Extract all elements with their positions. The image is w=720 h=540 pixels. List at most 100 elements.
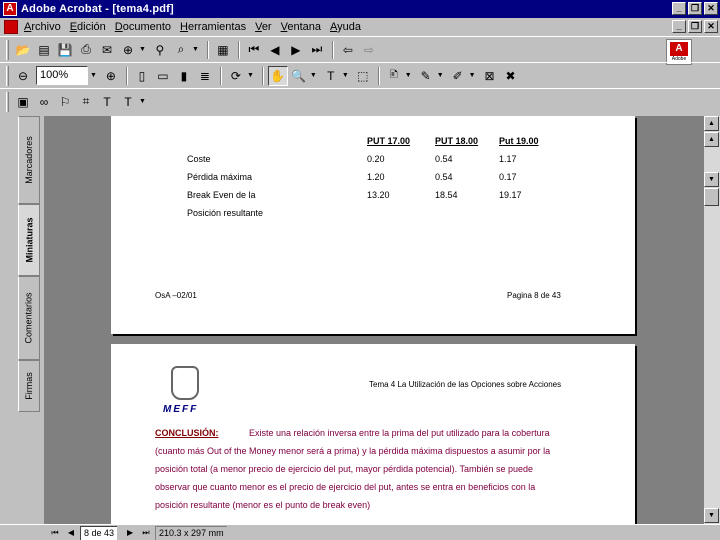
doc-minimize-button[interactable]: _ — [672, 20, 686, 33]
zoom-dropdown-icon[interactable]: ▼ — [90, 72, 97, 79]
graphics-select-icon[interactable]: ⬚ — [353, 66, 373, 86]
first-page-icon[interactable]: ⏮ — [48, 526, 62, 540]
actual-size-icon[interactable]: ▯ — [132, 66, 152, 86]
email-icon[interactable]: ✉ — [97, 40, 117, 60]
conclusion-label: CONCLUSIÓN: — [155, 428, 219, 438]
zoom-out-icon[interactable]: ⊖ — [13, 66, 33, 86]
reflow-icon[interactable]: ≣ — [195, 66, 215, 86]
cell: 18.54 — [435, 190, 458, 200]
scroll-down-button[interactable]: ▼ — [704, 172, 719, 187]
previous-page-icon[interactable]: ◀ — [265, 40, 285, 60]
toolbar-view: ⊖ 100% ▼ ⊕ ▯ ▭ ▮ ≣ ⟳ ▼ ✋ 🔍 ▼ T ▼ ⬚ 🗈 ▼ ✎ ▼ ✐ ▼… — [0, 62, 720, 88]
window-title: Adobe Acrobat - [tema4.pdf] — [21, 3, 174, 15]
doc-restore-button[interactable]: ❐ — [688, 20, 702, 33]
page-header: Tema 4 La Utilización de las Opciones so… — [369, 380, 562, 389]
row-label: Posición resultante — [187, 208, 264, 218]
next-page-icon[interactable]: ▶ — [123, 526, 137, 540]
menu-ventana[interactable]: Ventana — [281, 21, 321, 33]
body-line: posición resultante (menor es el punto d… — [155, 500, 371, 510]
document-icon[interactable] — [4, 20, 18, 34]
menu-documento[interactable]: Documento — [115, 21, 171, 33]
tab-miniaturas[interactable]: Miniaturas — [18, 204, 40, 276]
find-icon[interactable]: ⌕ — [171, 40, 191, 60]
menu-herramientas[interactable]: Herramientas — [180, 21, 246, 33]
row-label: Coste — [187, 154, 211, 164]
web-icon[interactable]: ⊕ — [118, 40, 138, 60]
note-tool-icon[interactable]: 🗈 — [384, 66, 404, 86]
next-page-icon[interactable]: ▶ — [286, 40, 306, 60]
menu-ayuda[interactable]: Ayuda — [330, 21, 361, 33]
restore-button[interactable]: ❐ — [688, 2, 702, 15]
acrobat-app-icon[interactable]: A — [3, 2, 17, 16]
article-tool-icon[interactable]: ⚐ — [55, 92, 75, 112]
create-pdf-icon[interactable]: ▤ — [34, 40, 54, 60]
open-icon[interactable]: 📂 — [13, 40, 33, 60]
doc-close-button[interactable]: ✕ — [704, 20, 718, 33]
pencil-tool-icon[interactable]: ✎ — [416, 66, 436, 86]
scroll-thumb[interactable] — [704, 188, 719, 206]
row-label: Pérdida máxima — [187, 172, 253, 182]
first-page-icon[interactable]: ⏮ — [244, 40, 264, 60]
search-icon[interactable]: ⚲ — [150, 40, 170, 60]
tab-comentarios[interactable]: Comentarios — [18, 276, 40, 360]
scroll-down-button[interactable]: ▼ — [704, 508, 719, 523]
toolbar-edit: ▣ ∞ ⚐ ⌗ T T ▼ — [0, 88, 720, 114]
body-line: (cuanto más Out of the Money menor será … — [155, 446, 551, 456]
save-icon[interactable]: 💾 — [55, 40, 75, 60]
title-bar: A Adobe Acrobat - [tema4.pdf] _ ❐ ✕ — [0, 0, 720, 18]
page-size-display: 210.3 x 297 mm — [155, 525, 227, 540]
toolbar-file: 📂 ▤ 💾 ⎙ ✉ ⊕ ▼ ⚲ ⌕ ▼ ▦ ⏮ ◀ ▶ ⏭ ⇦ ⇨ A Adobe — [0, 36, 720, 65]
text-select-icon[interactable]: T — [321, 66, 341, 86]
cell: 0.17 — [499, 172, 517, 182]
menu-edicion[interactable]: Edición — [70, 21, 106, 33]
table-header-put18: PUT 18.00 — [435, 136, 479, 146]
page-footer-left: OsA –02/01 — [155, 291, 197, 300]
zoom-tool-icon[interactable]: 🔍 — [289, 66, 309, 86]
page-number-field[interactable]: 8 de 43 — [80, 525, 118, 540]
movie-tool-icon[interactable]: ▣ — [13, 92, 33, 112]
previous-page-icon[interactable]: ◀ — [64, 526, 78, 540]
meff-logo: MEFF — [163, 366, 203, 416]
stamp-tool-icon[interactable]: ⊠ — [480, 66, 500, 86]
row-label: Break Even de la — [187, 190, 256, 200]
zoom-in-icon[interactable]: ⊕ — [101, 66, 121, 86]
show-navigation-icon[interactable]: ▦ — [213, 40, 233, 60]
close-button[interactable]: ✕ — [704, 2, 718, 15]
tab-marcadores[interactable]: Marcadores — [18, 116, 40, 204]
last-page-icon[interactable]: ⏭ — [307, 40, 327, 60]
scroll-up-button[interactable]: ▲ — [704, 132, 719, 147]
delete-icon[interactable]: ✖ — [501, 66, 521, 86]
touchup-text-icon[interactable]: T — [97, 92, 117, 112]
page-footer-right: Pagina 8 de 43 — [507, 291, 561, 300]
go-back-icon[interactable]: ⇦ — [338, 40, 358, 60]
form-tool-icon[interactable]: T — [118, 92, 138, 112]
body-line: posición total (a menor precio de ejerci… — [155, 464, 534, 474]
scroll-up-button[interactable]: ▲ — [704, 116, 719, 131]
cell: 0.20 — [367, 154, 385, 164]
menu-ver[interactable]: Ver — [255, 21, 272, 33]
highlight-tool-icon[interactable]: ✐ — [448, 66, 468, 86]
table-header-put17: PUT 17.00 — [367, 136, 411, 146]
print-icon[interactable]: ⎙ — [76, 40, 96, 60]
body-line: Existe una relación inversa entre la pri… — [249, 428, 550, 438]
rotate-icon[interactable]: ⟳ — [226, 66, 246, 86]
body-line: observar que cuanto menor es el precio d… — [155, 482, 536, 492]
last-page-icon[interactable]: ⏭ — [139, 526, 153, 540]
navigation-tabs: Marcadores Miniaturas Comentarios Firmas — [18, 116, 40, 412]
vertical-scrollbar[interactable]: ▲ ▲ ▼ ▼ — [704, 116, 720, 524]
pdf-page-8: PUT 17.00 PUT 18.00 Put 19.00 Coste 0.20… — [111, 116, 635, 334]
minimize-button[interactable]: _ — [672, 2, 686, 15]
fit-width-icon[interactable]: ▮ — [174, 66, 194, 86]
cell: 1.20 — [367, 172, 385, 182]
link-tool-icon[interactable]: ∞ — [34, 92, 54, 112]
table-header-put19: Put 19.00 — [499, 136, 539, 146]
hand-tool-icon[interactable]: ✋ — [267, 65, 288, 86]
go-forward-icon[interactable]: ⇨ — [359, 40, 379, 60]
crop-tool-icon[interactable]: ⌗ — [76, 92, 96, 112]
menu-archivo[interactable]: Archivo — [24, 21, 61, 33]
tab-firmas[interactable]: Firmas — [18, 360, 40, 412]
document-view[interactable]: PUT 17.00 PUT 18.00 Put 19.00 Coste 0.20… — [44, 116, 704, 524]
zoom-input[interactable]: 100% — [36, 66, 88, 85]
cell: 19.17 — [499, 190, 522, 200]
fit-page-icon[interactable]: ▭ — [153, 66, 173, 86]
